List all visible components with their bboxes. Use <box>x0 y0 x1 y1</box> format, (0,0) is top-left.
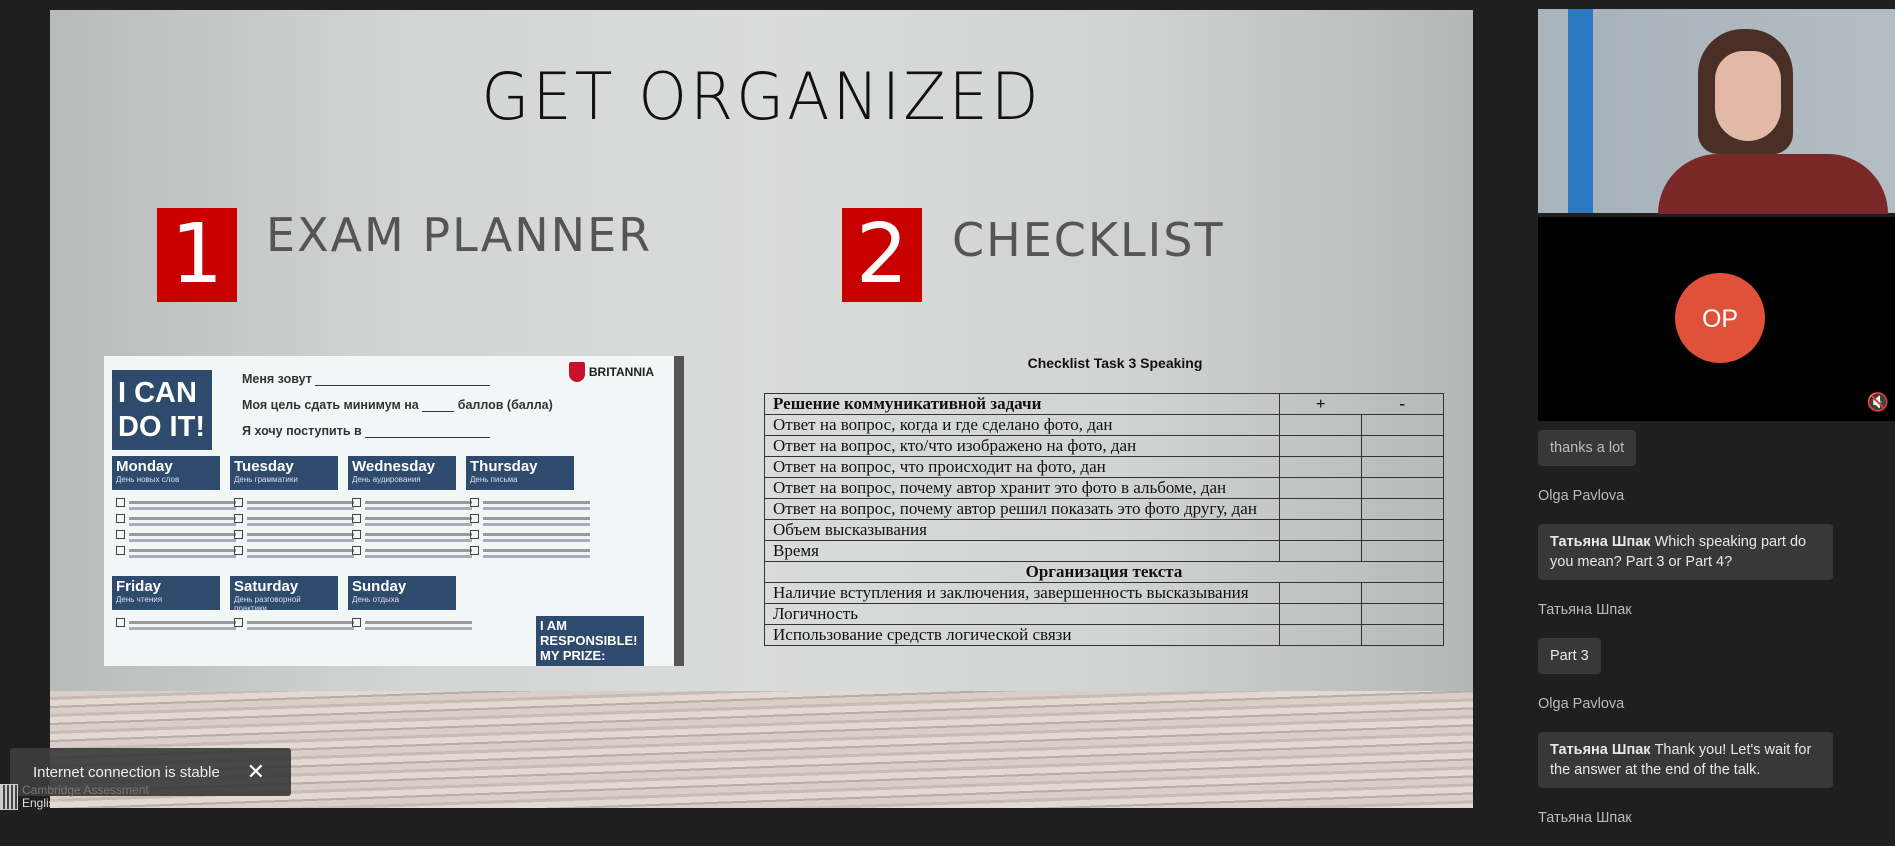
chat-sender: Татьяна Шпак <box>1538 810 1632 826</box>
chat-message: thanks a lot <box>1538 430 1637 466</box>
chat-sender: Olga Pavlova <box>1538 488 1625 504</box>
planner-university-line: Я хочу поступить в <box>242 424 491 438</box>
checklist-row: Ответ на вопрос, кто/что изображено на ф… <box>764 435 1444 457</box>
mention: Татьяна Шпак <box>1550 534 1651 550</box>
planner-goal-line: Моя цель сдать минимум на баллов (балла) <box>242 398 553 412</box>
planner-day-3: Thursday День письма <box>466 456 574 490</box>
checkbox-icon <box>116 546 125 555</box>
section-label-exam-planner: EXAM PLANNER <box>266 208 653 262</box>
checklist-row: Ответ на вопрос, почему автор хранит это… <box>764 477 1444 499</box>
checkbox-icon <box>352 546 361 555</box>
planner-day-6: Sunday День отдыха <box>348 576 456 610</box>
planner-day-2: Wednesday День аудирования <box>348 456 456 490</box>
cambridge-logo: Cambridge Assessment English <box>0 784 149 810</box>
chat-panel: thanks a lot Olga Pavlova Татьяна Шпак W… <box>1538 430 1888 846</box>
checkbox-icon <box>470 546 479 555</box>
slide-title: GET ORGANIZED <box>481 58 1042 135</box>
checkbox-icon <box>234 498 243 507</box>
brand-name: BRITANNIA <box>588 365 654 379</box>
checklist-title: Checklist Task 3 Speaking <box>1027 355 1203 371</box>
checklist-row: Логичность <box>764 603 1444 625</box>
checklist-header-row: Решение коммуникативной задачи + - <box>764 393 1444 415</box>
checkbox-icon <box>116 530 125 539</box>
planner-day-tasks <box>470 498 590 562</box>
shared-slide: GET ORGANIZED 1 EXAM PLANNER 2 CHECKLIST… <box>50 10 1473 808</box>
checklist-row: Ответ на вопрос, почему автор решил пока… <box>764 498 1444 520</box>
planner-prize: I AM RESPONSIBLE! MY PRIZE: <box>536 616 644 666</box>
checkbox-icon <box>116 498 125 507</box>
toast-text: Internet connection is stable <box>33 763 220 781</box>
checkbox-icon <box>352 618 361 627</box>
planner-day-5: Saturday День разговорной практики <box>230 576 338 613</box>
checkbox-icon <box>470 498 479 507</box>
chat-message: Part 3 <box>1538 638 1601 674</box>
section-number-1: 1 <box>157 208 237 302</box>
section-number-2: 2 <box>842 208 922 302</box>
chat-sender: Olga Pavlova <box>1538 696 1625 712</box>
crest-icon <box>0 784 18 810</box>
planner-day-tasks <box>234 618 354 634</box>
planner-day-tasks <box>352 618 472 634</box>
checkbox-icon <box>234 530 243 539</box>
mention: Татьяна Шпак <box>1550 742 1651 758</box>
checkbox-icon <box>352 514 361 523</box>
planner-headline: I CAN DO IT! <box>112 370 212 450</box>
chat-sender: Татьяна Шпак <box>1538 602 1632 618</box>
chat-message: Татьяна Шпак Which speaking part do you … <box>1538 524 1833 580</box>
planner-day-tasks <box>116 498 236 562</box>
checkbox-icon <box>470 530 479 539</box>
checklist-row: Ответ на вопрос, когда и где сделано фот… <box>764 414 1444 436</box>
checklist-row: Объем высказывания <box>764 519 1444 541</box>
checkbox-icon <box>470 514 479 523</box>
close-icon[interactable]: ✕ <box>247 759 265 785</box>
checkbox-icon <box>234 618 243 627</box>
exam-planner-image: I CAN DO IT! BRITANNIA Меня зовут Моя це… <box>104 356 684 666</box>
planner-day-1: Tuesday День грамматики <box>230 456 338 490</box>
britannia-logo: BRITANNIA <box>568 362 654 382</box>
planner-day-tasks <box>352 498 472 562</box>
planner-day-0: Monday День новых слов <box>112 456 220 490</box>
shield-icon <box>568 362 585 382</box>
muted-microphone-icon: 🔇 <box>1866 392 1889 412</box>
participant-video-2[interactable]: OP 🔇 <box>1538 217 1895 421</box>
checklist-row: Ответ на вопрос, что происходит на фото,… <box>764 456 1444 478</box>
checkbox-icon <box>116 618 125 627</box>
checkbox-icon <box>234 546 243 555</box>
checkbox-icon <box>116 514 125 523</box>
checklist-table: Решение коммуникативной задачи + - Ответ на… <box>764 393 1444 646</box>
planner-day-4: Friday День чтения <box>112 576 220 610</box>
planner-name-line: Меня зовут <box>242 372 491 386</box>
checkbox-icon <box>352 498 361 507</box>
planner-day-tasks <box>234 498 354 562</box>
checklist-row: Наличие вступления и заключения, заверше… <box>764 582 1444 604</box>
checkbox-icon <box>234 514 243 523</box>
participant-video-1[interactable] <box>1538 9 1895 214</box>
checklist-row: Время <box>764 540 1444 562</box>
checkbox-icon <box>352 530 361 539</box>
section-label-checklist: CHECKLIST <box>952 213 1225 267</box>
participant-video-feed <box>1658 29 1888 214</box>
chat-message: Татьяна Шпак Thank you! Let's wait for t… <box>1538 732 1833 788</box>
checklist-section-row: Организация текста <box>764 561 1444 583</box>
checklist-row: Использование средств логической связи <box>764 624 1444 646</box>
planner-day-tasks <box>116 618 236 634</box>
avatar: OP <box>1675 273 1765 363</box>
